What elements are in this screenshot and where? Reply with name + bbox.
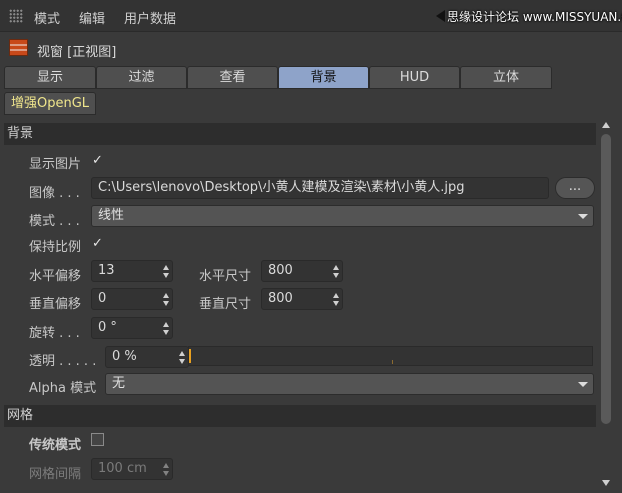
v-size-label: 垂直尺寸 [199, 297, 252, 312]
grip-icon[interactable] [9, 9, 23, 23]
show-image-checkbox[interactable]: ✓ [92, 154, 105, 167]
tab-filter[interactable]: 过滤 [96, 66, 187, 89]
legacy-mode-checkbox[interactable] [91, 433, 104, 446]
legacy-mode-label: 传统模式 [29, 438, 82, 453]
section-grid-header[interactable]: 网格 [4, 405, 596, 427]
mode-value: 线性 [98, 208, 125, 223]
v-size-value: 800 [268, 291, 293, 306]
slider-tick [392, 360, 393, 364]
mode-dropdown[interactable]: 线性 [91, 205, 594, 227]
object-title: 视窗 [正视图] [37, 45, 117, 60]
spinner-arrows-icon[interactable] [163, 463, 169, 476]
h-offset-value: 13 [98, 263, 115, 278]
h-size-label: 水平尺寸 [199, 269, 252, 284]
menu-bar: 模式 编辑 用户数据 思缘设计论坛 www.MISSYUAN.COM [0, 0, 622, 32]
image-label: 图像 . . . [29, 186, 80, 201]
keep-ratio-label: 保持比例 [29, 240, 82, 255]
grid-spacing-field[interactable]: 100 cm [91, 458, 173, 480]
spinner-arrows-icon[interactable] [179, 351, 185, 364]
transparency-slider[interactable] [188, 346, 593, 366]
v-offset-label: 垂直偏移 [29, 297, 82, 312]
spinner-arrows-icon[interactable] [333, 265, 339, 278]
tab-enhanced-opengl[interactable]: 增强OpenGL [4, 92, 96, 115]
scrollbar[interactable] [599, 122, 613, 488]
spinner-arrows-icon[interactable] [163, 322, 169, 335]
v-size-field[interactable]: 800 [261, 288, 343, 310]
object-title-row: 视窗 [正视图] [0, 32, 622, 64]
section-background-header[interactable]: 背景 [4, 123, 596, 145]
transparency-value: 0 % [112, 349, 137, 364]
alpha-mode-dropdown[interactable]: 无 [105, 373, 594, 395]
tab-hud[interactable]: HUD [369, 66, 460, 89]
rotate-field[interactable]: 0 ° [91, 317, 173, 339]
menu-mode[interactable]: 模式 [34, 8, 60, 27]
scroll-down-icon[interactable] [602, 480, 610, 486]
grid-spacing-value: 100 cm [98, 461, 147, 476]
menu-user-data[interactable]: 用户数据 [124, 8, 176, 27]
transparency-field[interactable]: 0 % [105, 346, 189, 368]
h-size-field[interactable]: 800 [261, 260, 343, 282]
scroll-up-icon[interactable] [602, 122, 610, 128]
rotate-value: 0 ° [98, 320, 117, 335]
rotate-label: 旋转 . . . [29, 326, 80, 341]
watermark: 思缘设计论坛 www.MISSYUAN.COM [447, 10, 622, 24]
h-offset-label: 水平偏移 [29, 269, 82, 284]
grid-spacing-label: 网格间隔 [29, 467, 82, 482]
v-offset-field[interactable]: 0 [91, 288, 173, 310]
slider-fill [189, 349, 191, 363]
transparency-label: 透明 . . . . . [29, 354, 97, 369]
viewport-object-icon [9, 39, 28, 56]
browse-button[interactable]: ... [555, 177, 595, 199]
v-offset-value: 0 [98, 291, 107, 306]
chevron-down-icon [578, 382, 588, 387]
keep-ratio-checkbox[interactable]: ✓ [92, 237, 105, 250]
chevron-down-icon [578, 214, 588, 219]
h-offset-field[interactable]: 13 [91, 260, 173, 282]
spinner-arrows-icon[interactable] [163, 265, 169, 278]
back-arrow-icon[interactable] [436, 10, 445, 22]
scrollbar-thumb[interactable] [601, 134, 611, 424]
tab-display[interactable]: 显示 [4, 66, 96, 89]
alpha-mode-value: 无 [112, 376, 126, 391]
spinner-arrows-icon[interactable] [163, 293, 169, 306]
tab-background[interactable]: 背景 [278, 66, 369, 89]
tab-view[interactable]: 查看 [187, 66, 278, 89]
alpha-mode-label: Alpha 模式 [29, 381, 97, 396]
menu-edit[interactable]: 编辑 [79, 8, 105, 27]
show-image-label: 显示图片 [29, 157, 82, 172]
mode-label: 模式 . . . [29, 214, 80, 229]
tab-stereo[interactable]: 立体 [460, 66, 552, 89]
h-size-value: 800 [268, 263, 293, 278]
image-path-field[interactable]: C:\Users\lenovo\Desktop\小黄人建模及渲染\素材\小黄人.… [91, 177, 549, 199]
spinner-arrows-icon[interactable] [333, 293, 339, 306]
